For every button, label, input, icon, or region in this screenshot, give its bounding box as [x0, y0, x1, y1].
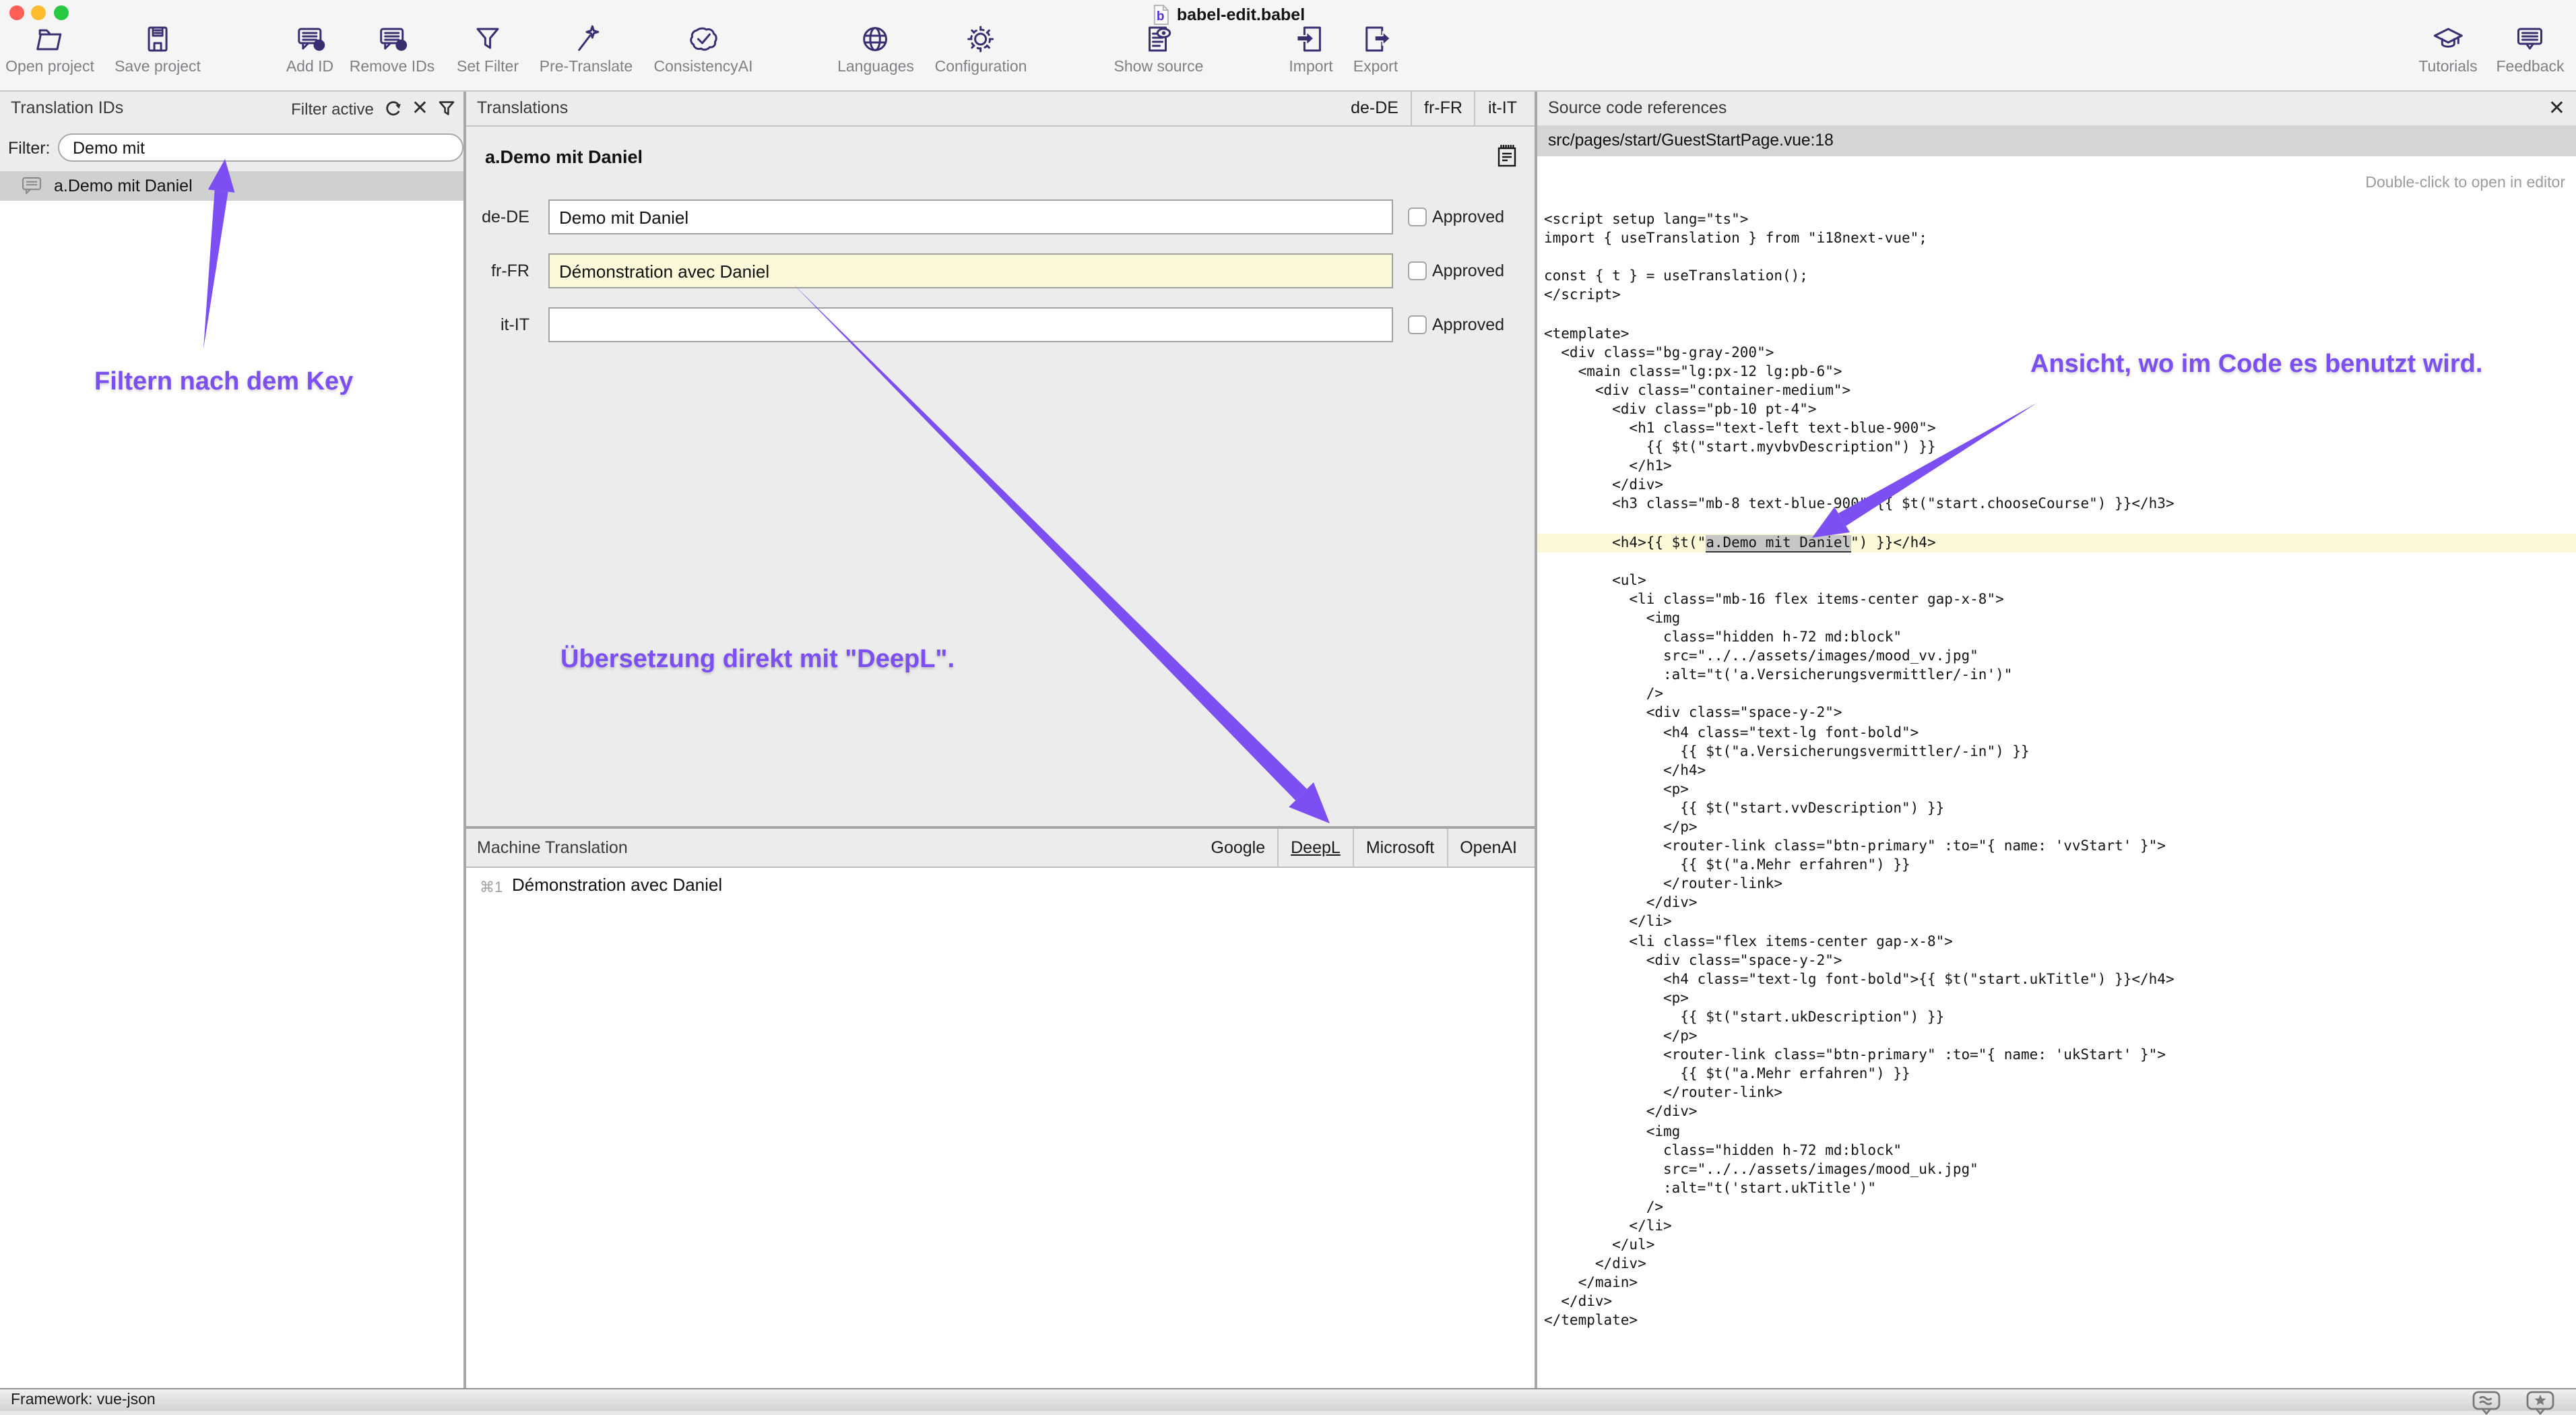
source-reference-row[interactable]: src/pages/start/GuestStartPage.vue:18: [1537, 125, 2576, 156]
app-window: b babel-edit.babel Open project Save pro…: [0, 0, 2576, 1411]
tab-fr-FR[interactable]: fr-FR: [1411, 92, 1475, 125]
translation-id-label: a.Demo mit Daniel: [54, 177, 193, 195]
show-source-button[interactable]: Show source: [1114, 22, 1204, 75]
translation-input-de-DE[interactable]: [548, 199, 1393, 234]
machine-translation-result[interactable]: Démonstration avec Daniel: [512, 875, 722, 895]
translation-memory-icon[interactable]: [2472, 1391, 2501, 1415]
tab-openai[interactable]: OpenAI: [1446, 829, 1529, 867]
tab-de-DE[interactable]: de-DE: [1339, 92, 1411, 125]
configuration-button[interactable]: Configuration: [935, 22, 1027, 75]
machine-translation-header: Machine Translation Google DeepL Microso…: [466, 829, 1535, 868]
source-code-references-panel: Source code references ✕ src/pages/start…: [1537, 92, 2576, 1388]
notes-button[interactable]: [1497, 144, 1517, 167]
approved-checkbox-fr-FR[interactable]: [1408, 261, 1427, 280]
pre-translate-button[interactable]: Pre-Translate: [540, 22, 633, 75]
traffic-light-close-button[interactable]: [9, 5, 24, 20]
refresh-icon[interactable]: [383, 99, 402, 118]
pre-translate-icon: [569, 22, 604, 57]
tab-microsoft[interactable]: Microsoft: [1353, 829, 1446, 867]
translations-header: Translations de-DE fr-FR it-IT: [466, 92, 1535, 127]
tab-it-IT[interactable]: it-IT: [1475, 92, 1529, 125]
remove-ids-icon: [375, 22, 410, 57]
translation-id-list-item[interactable]: a.Demo mit Daniel: [0, 171, 463, 201]
languages-icon: [858, 22, 893, 57]
remove-ids-button[interactable]: Remove IDs: [350, 22, 435, 75]
approved-label: Approved: [1432, 208, 1504, 226]
traffic-light-zoom-button[interactable]: [54, 5, 69, 20]
message-bubble-icon: [22, 177, 43, 195]
show-source-icon: [1141, 22, 1176, 57]
lang-label-fr-FR: fr-FR: [466, 261, 529, 280]
translation-input-it-IT[interactable]: [548, 307, 1393, 342]
translation-input-fr-FR[interactable]: [548, 253, 1393, 288]
panel-title: Translations: [477, 92, 568, 125]
export-icon: [1358, 22, 1393, 57]
filter-icon[interactable]: [438, 100, 455, 117]
language-tabs: de-DE fr-FR it-IT: [1339, 92, 1529, 125]
tutorials-icon: [2430, 22, 2466, 57]
annotation-code-note: Ansicht, wo im Code es benutzt wird.: [2030, 350, 2482, 380]
shortcut-badge: ⌘1: [480, 879, 503, 896]
import-icon: [1293, 22, 1328, 57]
framework-label: Framework: vue-json: [11, 1389, 156, 1411]
filter-active-label: Filter active: [291, 99, 374, 118]
save-project-button[interactable]: Save project: [115, 22, 201, 75]
set-filter-button[interactable]: Set Filter: [457, 22, 519, 75]
languages-button[interactable]: Languages: [837, 22, 914, 75]
filter-label: Filter:: [8, 125, 51, 171]
close-icon[interactable]: ✕: [2548, 92, 2565, 125]
approved-label: Approved: [1432, 315, 1504, 334]
import-button[interactable]: Import: [1289, 22, 1332, 75]
panel-title: Translation IDs: [11, 92, 123, 125]
source-references-header: Source code references ✕: [1537, 92, 2576, 127]
clear-filter-icon[interactable]: ✕: [412, 99, 428, 118]
machine-translation-body: ⌘1 Démonstration avec Daniel: [466, 868, 1535, 1388]
approved-checkbox-it-IT[interactable]: [1408, 315, 1427, 334]
set-filter-icon: [470, 22, 505, 57]
filter-input[interactable]: [58, 133, 463, 162]
source-reference-path: src/pages/start/GuestStartPage.vue:18: [1548, 125, 1834, 156]
consistency-ai-button[interactable]: ConsistencyAI: [653, 22, 752, 75]
annotation-filter-note: Filtern nach dem Key: [94, 368, 353, 398]
status-bar: Framework: vue-json: [0, 1388, 2576, 1411]
tab-google[interactable]: Google: [1199, 829, 1278, 867]
editor-hint: Double-click to open in editor: [2365, 175, 2565, 191]
provider-tabs: Google DeepL Microsoft OpenAI: [1199, 829, 1530, 867]
open-project-button[interactable]: Open project: [5, 22, 94, 75]
configuration-icon: [963, 22, 998, 57]
entry-title: a.Demo mit Daniel: [485, 147, 643, 167]
feedback-button[interactable]: Feedback: [2496, 22, 2564, 75]
approved-checkbox-de-DE[interactable]: [1408, 208, 1427, 226]
consistency-ai-icon: [686, 22, 721, 57]
export-button[interactable]: Export: [1353, 22, 1398, 75]
tab-deepl[interactable]: DeepL: [1277, 829, 1353, 867]
traffic-light-minimize-button[interactable]: [31, 5, 46, 20]
favorites-icon[interactable]: [2526, 1391, 2554, 1415]
translations-panel: Translations de-DE fr-FR it-IT a.Demo mi…: [466, 92, 1535, 1388]
lang-label-de-DE: de-DE: [466, 208, 529, 226]
panel-title: Machine Translation: [477, 829, 628, 867]
toolbar: b babel-edit.babel Open project Save pro…: [0, 0, 2576, 92]
approved-label: Approved: [1432, 261, 1504, 280]
filter-bar: Filter:: [0, 125, 463, 172]
notepad-icon: [1497, 144, 1517, 167]
translation-ids-panel: Translation IDs Filter active ✕ Fil: [0, 92, 463, 1388]
tutorials-button[interactable]: Tutorials: [2418, 22, 2477, 75]
save-project-icon: [140, 22, 175, 57]
open-project-icon: [32, 22, 67, 57]
add-id-icon: [292, 22, 327, 57]
lang-label-it-IT: it-IT: [466, 315, 529, 334]
add-id-button[interactable]: Add ID: [286, 22, 333, 75]
panel-title: Source code references: [1548, 92, 1727, 125]
feedback-icon: [2513, 22, 2548, 57]
translation-ids-header: Translation IDs Filter active ✕: [0, 92, 463, 127]
annotation-deepl-note: Übersetzung direkt mit "DeepL".: [560, 646, 955, 675]
